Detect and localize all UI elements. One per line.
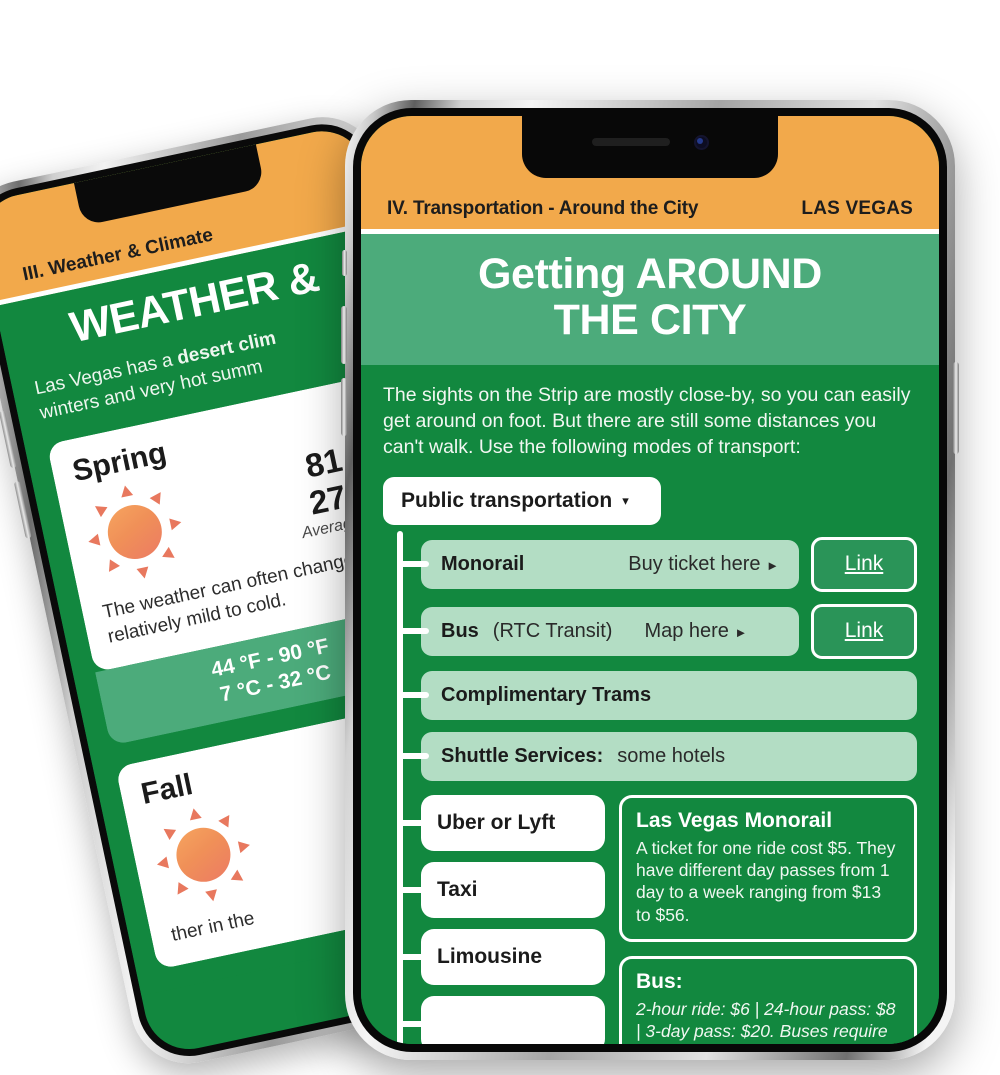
power-button[interactable] — [953, 362, 959, 454]
sun-icon — [146, 798, 260, 912]
speaker-grille-icon — [591, 138, 670, 146]
page-title-line2: THE CITY — [553, 295, 747, 344]
transport-tree: Monorail Buy ticket here ► Link Bus (RTC… — [383, 530, 917, 1044]
info-card-monorail-text: A ticket for one ride cost $5. They have… — [636, 837, 896, 925]
shuttle-pill[interactable]: Shuttle Services: some hotels — [421, 731, 917, 781]
bus-link-button[interactable]: Link — [811, 603, 917, 659]
chevron-down-icon: ▾ — [622, 493, 629, 509]
bus-pill[interactable]: Bus (RTC Transit) Map here ► — [421, 606, 799, 656]
sun-disc — [102, 499, 167, 564]
page-body: The sights on the Strip are mostly close… — [361, 365, 939, 1044]
lower-section: Uber or Lyft Taxi Limousine Las Vegas Mo… — [421, 794, 917, 1044]
monorail-label: Monorail — [441, 552, 525, 575]
volume-up-button[interactable] — [341, 306, 347, 364]
transport-node-trams[interactable]: Complimentary Trams — [421, 670, 917, 720]
play-arrow-icon: ► — [734, 624, 748, 640]
foreground-phone: IV. Transportation - Around the City LAS… — [341, 100, 959, 1060]
shuttle-detail: some hotels — [617, 744, 726, 767]
transport-category-dropdown[interactable]: Public transportation ▾ — [383, 476, 661, 525]
page-title-line1: Getting AROUND — [478, 250, 822, 298]
shuttle-label: Shuttle Services: — [441, 744, 604, 767]
bus-link-label: Link — [844, 619, 884, 643]
transport-node-uber[interactable]: Uber or Lyft — [421, 794, 605, 851]
info-card-monorail-title: Las Vegas Monorail — [636, 808, 833, 832]
page-title-band: Getting AROUND THE CITY — [361, 234, 939, 366]
taxi-pill[interactable]: Taxi — [421, 861, 605, 918]
transport-node-monorail[interactable]: Monorail Buy ticket here ► Link — [421, 536, 917, 592]
trams-pill[interactable]: Complimentary Trams — [421, 670, 917, 720]
brand-label: LAS VEGAS — [801, 198, 913, 219]
sun-icon — [78, 475, 192, 589]
monorail-action-text: Buy ticket here — [628, 552, 761, 575]
info-card-monorail: Las Vegas Monorail A ticket for one ride… — [619, 794, 917, 942]
info-cards-column: Las Vegas Monorail A ticket for one ride… — [619, 794, 917, 1044]
bus-label: Bus — [441, 619, 479, 642]
transport-node-limousine[interactable]: Limousine — [421, 928, 605, 985]
other-modes-list: Uber or Lyft Taxi Limousine — [421, 794, 605, 1044]
monorail-link-label: Link — [844, 552, 884, 576]
play-arrow-icon: ► — [766, 557, 779, 573]
section-breadcrumb: IV. Transportation - Around the City — [387, 198, 699, 219]
transport-node-bus[interactable]: Bus (RTC Transit) Map here ► Link — [421, 603, 917, 659]
transport-node-partial[interactable] — [421, 995, 605, 1044]
foreground-phone-screen: IV. Transportation - Around the City LAS… — [361, 116, 939, 1044]
limousine-pill[interactable]: Limousine — [421, 928, 605, 985]
partial-pill[interactable] — [421, 995, 605, 1044]
front-camera-icon — [693, 134, 709, 150]
info-card-bus-title: Bus: — [636, 969, 683, 993]
transport-node-shuttle[interactable]: Shuttle Services: some hotels — [421, 731, 917, 781]
volume-down-button[interactable] — [341, 378, 347, 436]
monorail-pill[interactable]: Monorail Buy ticket here ► — [421, 539, 799, 589]
monorail-link-button[interactable]: Link — [811, 536, 917, 592]
dropdown-selected-value: Public transportation — [401, 488, 613, 512]
screenshot-stage: III. Weather & Climate WEATHER & Las Veg… — [0, 0, 1000, 1074]
intro-paragraph: The sights on the Strip are mostly close… — [383, 384, 911, 458]
trams-label: Complimentary Trams — [441, 683, 652, 706]
bus-operator: (RTC Transit) — [492, 619, 613, 642]
mute-switch[interactable] — [342, 250, 347, 276]
transport-node-taxi[interactable]: Taxi — [421, 861, 605, 918]
phone-notch — [522, 116, 778, 178]
uber-pill[interactable]: Uber or Lyft — [421, 794, 605, 851]
bus-action[interactable]: Map here ► — [644, 620, 747, 643]
sun-disc — [171, 822, 236, 887]
info-card-bus-text: 2-hour ride: $6 | 24-hour pass: $8 | 3-d… — [636, 998, 898, 1044]
monorail-action[interactable]: Buy ticket here ► — [628, 553, 779, 576]
page-title: Getting AROUND THE CITY — [381, 250, 919, 344]
bus-action-text: Map here — [644, 619, 729, 642]
